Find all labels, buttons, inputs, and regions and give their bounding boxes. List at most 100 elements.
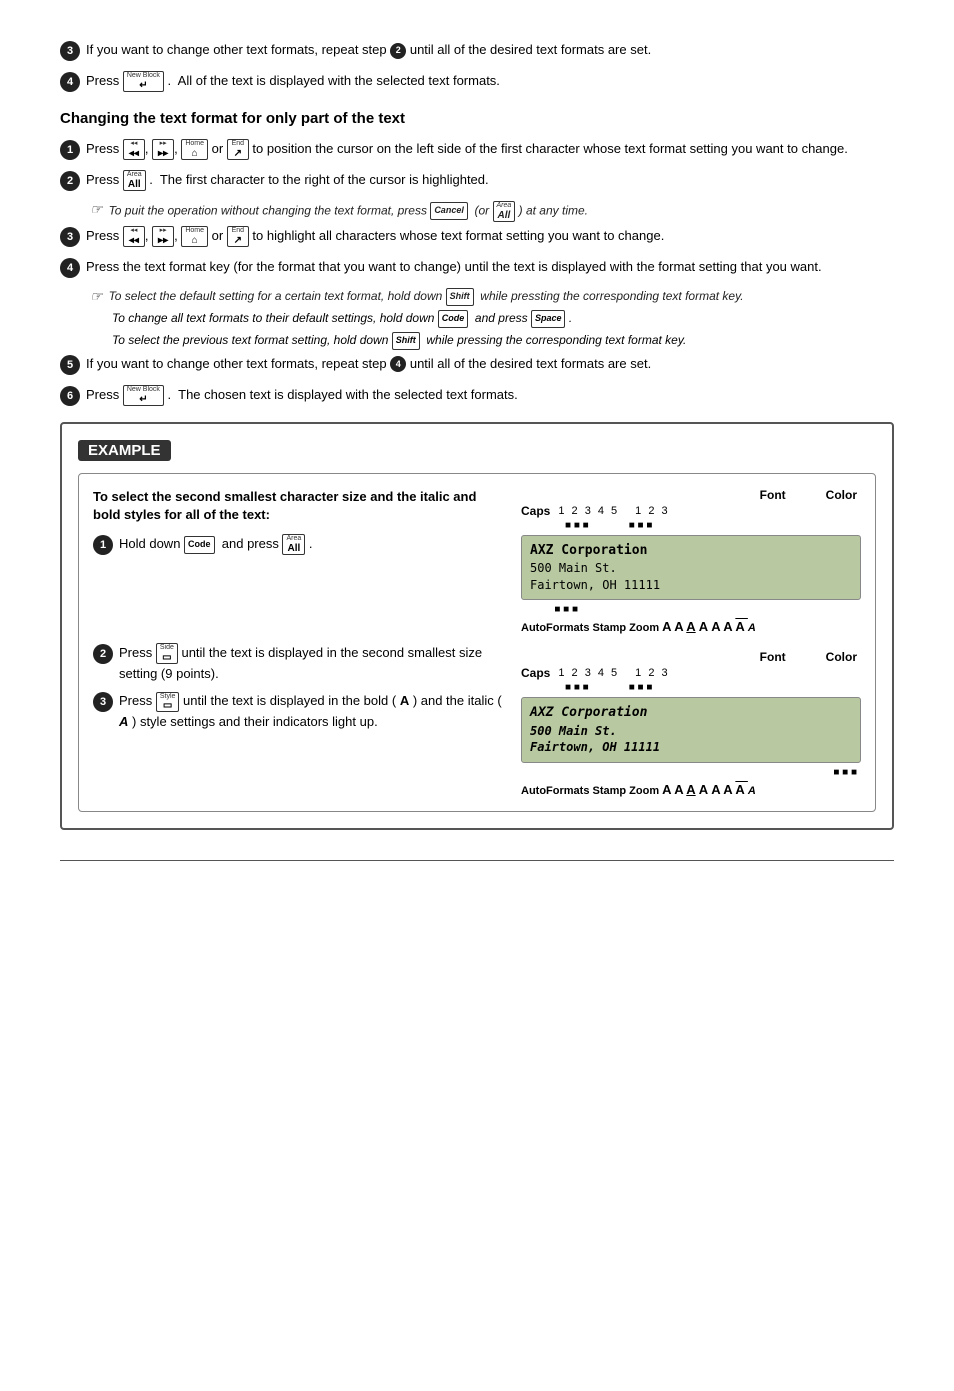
color-nums-2: 1 2 3 [635, 667, 669, 679]
key-shift2: Shift [392, 332, 420, 350]
italic-a: A [119, 714, 128, 729]
lcd-display-1: AXZ Corporation 500 Main St. Fairtown, O… [521, 535, 861, 601]
example-label: EXAMPLE [78, 440, 171, 461]
font-nums-1: 1 2 3 4 5 [558, 505, 619, 517]
lcd2-line1: AXZ Corporation [530, 704, 852, 722]
step-3-text: If you want to change other text formats… [86, 40, 894, 60]
ex-step-2-circle: 2 [93, 644, 113, 664]
step-4-text: Press New Block ↵ . All of the text is d… [86, 71, 894, 92]
ex-step-3: 3 Press Style▭ until the text is display… [93, 691, 505, 731]
lcd-display-2: AXZ Corporation 500 Main St. Fairtown, O… [521, 697, 861, 763]
key-pp: ▸▸▸▸ [152, 139, 174, 160]
newblock-key2-top: New Block [127, 386, 160, 394]
ex-step-2-text: Press Side▭ until the text is displayed … [119, 643, 505, 683]
note-2-text: To select the default setting for a cert… [109, 288, 744, 306]
part-step-3-block: 3 Press ◂◂◂◂, ▸▸▸▸, Home⌂ or End↗ to hig… [60, 226, 894, 247]
dots-row-2: ■ ■ ■ ■ ■ ■ [565, 682, 861, 693]
part-step-6-block: 6 Press New Block ↵ . The chosen text is… [60, 385, 894, 406]
bottom-divider [60, 860, 894, 861]
example-right: Font Color Caps 1 2 3 4 5 1 2 3 ■ ■ ■ ■ … [521, 488, 861, 798]
newblock-key2: New Block ↵ [123, 385, 164, 406]
key-pp-top: ▸▸ [160, 140, 167, 148]
part-step-2-text: Press AreaAll . The first character to t… [86, 170, 894, 191]
part-step-2-circle: 2 [60, 171, 80, 191]
note-icon-2: ☞ [90, 288, 103, 305]
ex-step-3-circle: 3 [93, 692, 113, 712]
key-home2-top: Home [185, 227, 204, 235]
autoformats-row-2: AutoFormats Stamp Zoom A A A A A A A A [521, 782, 861, 797]
af-letters-9: A [674, 782, 686, 797]
af-letters-7: A [735, 619, 748, 634]
color-label-1: Color [826, 488, 857, 502]
font-label-1: Font [760, 488, 786, 502]
key-home2: Home⌂ [181, 226, 208, 247]
key-shift-main: Shift [450, 292, 470, 302]
ref-step2: 2 [390, 43, 406, 59]
af-letters-4: A [699, 619, 712, 634]
key-pp-main: ▸▸ [158, 148, 168, 159]
part-step-5-text: If you want to change other text formats… [86, 354, 894, 374]
part-step-6-text: Press New Block ↵ . The chosen text is d… [86, 385, 894, 406]
key-dd2-main: ◂◂ [129, 235, 139, 246]
font-nums-2: 1 2 3 4 5 [558, 667, 619, 679]
key-end: End↗ [227, 139, 249, 160]
dots-row-1: ■ ■ ■ ■ ■ ■ [565, 520, 861, 531]
note-1-text: To puit the operation without changing t… [109, 201, 588, 222]
step-4-block: 4 Press New Block ↵ . All of the text is… [60, 71, 894, 92]
af-letters-14: A [735, 782, 748, 797]
af-letters-10: A [686, 782, 695, 797]
key-code2: Code [184, 536, 215, 554]
af-letters-12: A [711, 782, 723, 797]
key-space: Space [531, 310, 566, 328]
part-step-5-circle: 5 [60, 355, 80, 375]
key-dd: ◂◂◂◂ [123, 139, 145, 160]
ex-step-1: 1 Hold down Code and press AreaAll . [93, 534, 505, 555]
af-letters-11: A [699, 782, 712, 797]
key-home: Home⌂ [181, 139, 208, 160]
lcd1-line1: AXZ Corporation [530, 542, 852, 560]
sub-note-3: To change all text formats to their defa… [112, 310, 894, 328]
key-end2-top: End [232, 227, 244, 235]
dots-row-2b: ■ ■ ■ [521, 767, 861, 778]
key-shift: Shift [446, 288, 474, 306]
font-dots-2: ■ ■ ■ [565, 682, 589, 693]
part-step-1-block: 1 Press ◂◂◂◂, ▸▸▸▸, Home⌂ or End↗ to pos… [60, 139, 894, 160]
key-dd2-top: ◂◂ [130, 227, 137, 235]
key-space-main: Space [535, 314, 562, 324]
key-side-top: Side [160, 644, 174, 652]
key-dd2: ◂◂◂◂ [123, 226, 145, 247]
dots-row-1b: ■ ■ ■ [521, 604, 861, 615]
example-left: To select the second smallest character … [93, 488, 505, 798]
part-step-2-block: 2 Press AreaAll . The first character to… [60, 170, 894, 191]
key-home-main: ⌂ [192, 148, 198, 159]
key-shift2-main: Shift [396, 336, 416, 346]
key-area-top: Area [127, 171, 142, 179]
autoformats-label-1: AutoFormats Stamp Zoom [521, 622, 662, 634]
part-step-1-circle: 1 [60, 140, 80, 160]
key-code2-main: Code [188, 540, 211, 550]
newblock-key-top: New Block [127, 72, 160, 80]
af-letters-6: A [723, 619, 735, 634]
af-italic-1: A [748, 622, 756, 634]
section-heading: Changing the text format for only part o… [60, 110, 894, 127]
key-area-main: All [128, 179, 141, 190]
key-style-top: Style [160, 693, 176, 701]
sub-note-4: To select the previous text format setti… [112, 332, 894, 350]
caps-label-1: Caps [521, 504, 550, 518]
key-end-main: ↗ [234, 148, 242, 159]
caps-nums-row-1: Caps 1 2 3 4 5 1 2 3 [521, 504, 861, 518]
part-step-1-text: Press ◂◂◂◂, ▸▸▸▸, Home⌂ or End↗ to posit… [86, 139, 894, 160]
key-area-all2: AreaAll [493, 201, 516, 222]
ex-step-2: 2 Press Side▭ until the text is displaye… [93, 643, 505, 683]
key-code: Code [438, 310, 469, 328]
font-label-2: Font [760, 650, 786, 664]
key-area-top3: Area [286, 535, 301, 543]
key-area-main3: All [287, 543, 300, 554]
note-icon-1: ☞ [90, 201, 103, 218]
caps-label-2: Caps [521, 666, 550, 680]
key-dd-main: ◂◂ [129, 148, 139, 159]
key-side: Side▭ [156, 643, 178, 664]
key-style: Style▭ [156, 692, 180, 713]
af-italic-2: A [748, 785, 756, 797]
example-heading: To select the second smallest character … [93, 488, 505, 524]
